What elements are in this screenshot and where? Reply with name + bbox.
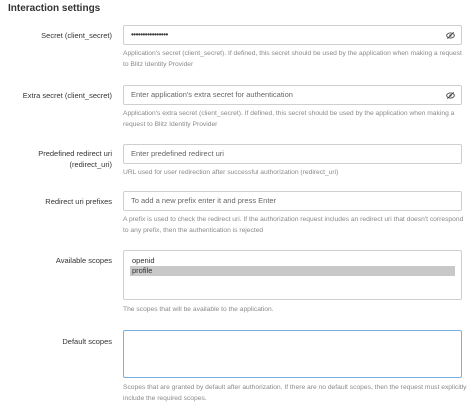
redirect-uri-placeholder: Enter predefined redirect uri [131,149,224,158]
default-scopes-label: Default scopes [62,337,112,346]
eye-slash-icon[interactable] [446,31,455,40]
secret-input[interactable]: •••••••••••••••• [123,25,462,45]
default-scopes-field[interactable] [123,330,462,378]
extra-secret-help: Application's extra secret (client_secre… [123,110,455,128]
available-scopes-help: The scopes that will be available to the… [123,306,274,313]
eye-slash-icon[interactable] [446,91,455,100]
list-item[interactable]: profile [130,266,455,276]
section-title: Interaction settings [8,3,101,14]
redirect-uri-label-line1: Predefined redirect uri [38,149,112,158]
secret-value: •••••••••••••••• [131,30,168,39]
redirect-prefixes-placeholder: To add a new prefix enter it and press E… [131,196,277,205]
redirect-uri-label-line2: (redirect_uri) [69,160,112,169]
list-item[interactable]: openid [130,256,455,266]
extra-secret-placeholder: Enter application's extra secret for aut… [131,90,293,99]
extra-secret-input[interactable]: Enter application's extra secret for aut… [123,85,462,105]
extra-secret-label: Extra secret (client_secret) [22,91,112,100]
redirect-prefixes-help: A prefix is used to check the redirect u… [123,216,464,234]
redirect-uri-input[interactable]: Enter predefined redirect uri [123,144,462,164]
secret-help: Application's secret (client_secret). If… [123,50,462,68]
available-scopes-list[interactable]: openid profile [123,250,462,300]
redirect-uri-help: URL used for user redirection after succ… [123,169,339,176]
redirect-prefixes-label: Redirect uri prefixes [45,197,112,206]
default-scopes-help: Scopes that are granted by default after… [123,384,467,402]
available-scopes-label: Available scopes [55,256,112,265]
redirect-prefixes-input[interactable]: To add a new prefix enter it and press E… [123,191,462,211]
secret-label: Secret (client_secret) [41,31,112,40]
